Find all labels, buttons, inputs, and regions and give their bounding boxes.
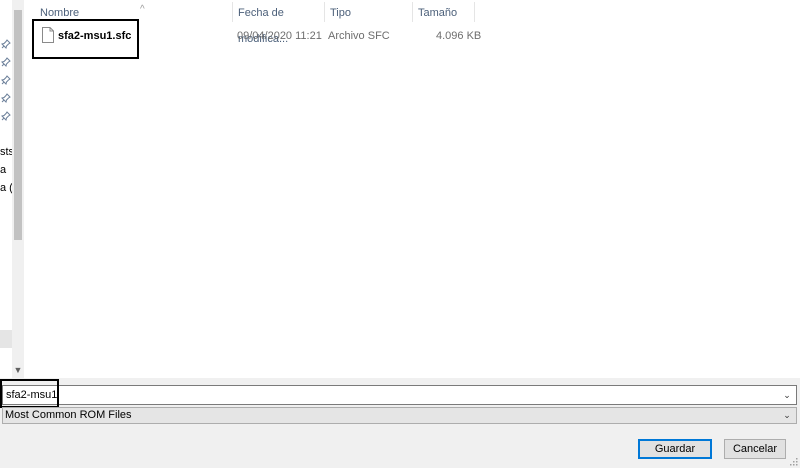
pin-icon — [1, 110, 11, 121]
file-type-select[interactable]: Most Common ROM Files ⌄ — [2, 407, 797, 424]
column-header-name-label: Nombre — [40, 7, 80, 19]
file-list: Nombre ^ Fecha de modifica... Tipo Tamañ… — [24, 0, 800, 378]
pin-icon — [1, 38, 11, 49]
column-divider[interactable] — [474, 2, 475, 22]
file-type: Archivo SFC — [328, 30, 390, 42]
highlight-box — [32, 19, 139, 59]
pin-icon — [1, 92, 11, 103]
navigation-pane: sts a a (2 — [0, 0, 12, 378]
chevron-down-icon[interactable]: ⌄ — [780, 408, 794, 423]
file-date: 09/04/2020 11:21 — [237, 30, 322, 42]
sort-up-icon: ^ — [140, 4, 145, 15]
scrollbar-thumb[interactable] — [14, 10, 22, 240]
column-header-size-label: Tamaño — [418, 7, 458, 19]
column-header-size[interactable]: Tamaño — [412, 0, 474, 24]
nav-item-selected[interactable] — [0, 330, 12, 348]
pin-icon — [1, 74, 11, 85]
chevron-down-icon[interactable]: ⌄ — [780, 386, 794, 404]
file-name-combobox[interactable]: ⌄ — [2, 385, 797, 405]
column-header-type-label: Tipo — [330, 7, 351, 19]
file-type-value: Most Common ROM Files — [5, 409, 132, 421]
resize-grip-icon[interactable] — [790, 458, 798, 466]
column-header-type[interactable]: Tipo — [324, 0, 412, 24]
highlight-box — [0, 379, 59, 408]
column-header-date[interactable]: Fecha de modifica... — [232, 0, 324, 45]
nav-item-label[interactable]: a (2 — [0, 182, 12, 194]
file-size: 4.096 KB — [436, 30, 482, 42]
save-panel: ⌄ Most Common ROM Files ⌄ Guardar Cancel… — [0, 378, 800, 468]
file-name-input[interactable] — [3, 386, 779, 404]
nav-item-label[interactable]: sts — [0, 146, 12, 158]
cancel-button[interactable]: Cancelar — [724, 439, 786, 459]
nav-scrollbar[interactable]: ▼ — [12, 0, 24, 378]
save-button[interactable]: Guardar — [638, 439, 712, 459]
pin-icon — [1, 56, 11, 67]
scroll-down-icon[interactable]: ▼ — [12, 364, 24, 376]
nav-item-label[interactable]: a — [0, 164, 12, 176]
